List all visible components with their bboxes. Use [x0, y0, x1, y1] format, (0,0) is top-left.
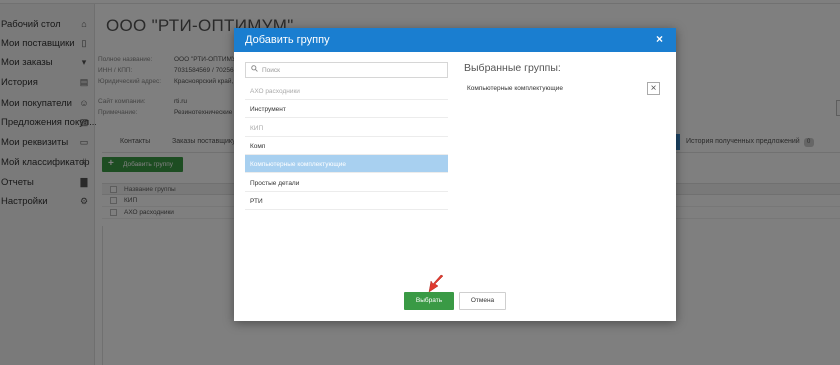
group-option-kip[interactable]: КИП [245, 119, 448, 137]
selected-groups-title: Выбранные группы: [464, 62, 561, 74]
group-option-komp[interactable]: Комп [245, 137, 448, 155]
group-option-label: РТИ [250, 198, 263, 205]
group-option-simple-parts[interactable]: Простые детали [245, 174, 448, 192]
close-icon[interactable]: × [656, 32, 663, 46]
selected-group-item: Компьютерные комплектующие × [467, 82, 661, 96]
search-icon [251, 65, 258, 74]
remove-icon[interactable]: × [647, 82, 660, 95]
annotation-arrow-icon [428, 274, 444, 293]
group-option-computer-parts[interactable]: Компьютерные комплектующие [245, 155, 448, 173]
group-option-label: КИП [250, 125, 264, 132]
group-option-aho[interactable]: АХО расходники [245, 82, 448, 100]
group-option-rti[interactable]: РТИ [245, 192, 448, 210]
group-option-tools[interactable]: Инструмент [245, 100, 448, 118]
cancel-button[interactable]: Отмена [459, 292, 506, 310]
choose-button[interactable]: Выбрать [404, 292, 454, 310]
add-group-dialog: Добавить группу × АХО расходники Инструм… [234, 28, 676, 321]
group-option-label: Простые детали [250, 180, 300, 187]
search-field[interactable] [245, 62, 448, 78]
search-input[interactable] [262, 65, 442, 75]
group-option-label: Инструмент [250, 106, 286, 113]
group-option-label: АХО расходники [250, 88, 300, 95]
group-option-label: Компьютерные комплектующие [250, 161, 346, 168]
group-option-label: Комп [250, 143, 266, 150]
selected-group-label: Компьютерные комплектующие [467, 85, 563, 92]
dialog-title: Добавить группу [245, 34, 330, 46]
dialog-header: Добавить группу × [234, 28, 676, 52]
